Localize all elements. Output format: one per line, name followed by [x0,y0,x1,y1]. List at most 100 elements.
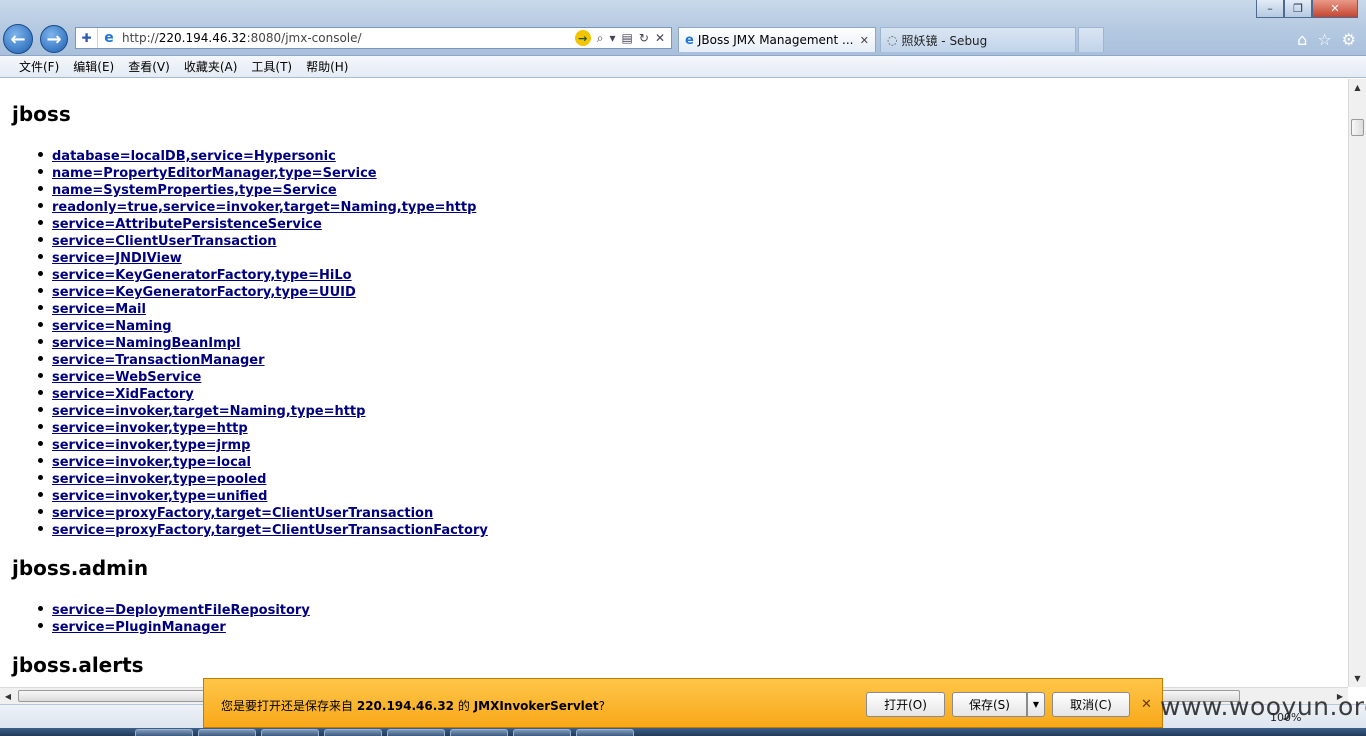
mbean-link[interactable]: service=invoker,type=local [52,455,251,470]
command-icons: ⌂ ☆ ⚙ [1297,30,1356,49]
scroll-down-icon[interactable]: ▼ [1349,670,1366,687]
scroll-left-icon[interactable]: ◀ [0,688,16,704]
tab-jboss-jmx[interactable]: e JBoss JMX Management ... ✕ [678,27,876,52]
taskbar-item[interactable] [135,729,193,736]
page-content: jboss database=localDB,service=Hypersoni… [0,79,1348,687]
list-item: service=proxyFactory,target=ClientUserTr… [38,503,488,521]
menu-view[interactable]: 查看(V) [121,58,177,75]
close-notification-icon[interactable]: ✕ [1141,697,1152,712]
save-button[interactable]: 保存(S) [952,692,1027,717]
search-icon[interactable]: ⌕ [597,31,604,46]
back-button[interactable]: ← [3,24,33,54]
list-item: service=DeploymentFileRepository [38,600,310,618]
compat-icon[interactable]: ▤ [622,31,633,45]
taskbar-item[interactable] [513,729,571,736]
stop-icon[interactable]: ✕ [655,31,665,45]
mbean-link[interactable]: service=invoker,target=Naming,type=http [52,404,365,419]
list-item: database=localDB,service=Hypersonic [38,146,488,164]
mbean-link[interactable]: service=invoker,type=unified [52,489,267,504]
mbean-link[interactable]: service=KeyGeneratorFactory,type=HiLo [52,268,352,283]
mbean-link[interactable]: service=Naming [52,319,172,334]
notification-message: 您是要打开还是保存来自 220.194.46.32 的 JMXInvokerSe… [221,699,606,713]
go-icon[interactable]: → [574,30,591,46]
mbean-link[interactable]: service=invoker,type=http [52,421,248,436]
menu-bar: 文件(F) 编辑(E) 查看(V) 收藏夹(A) 工具(T) 帮助(H) [0,56,1366,78]
open-button[interactable]: 打开(O) [866,692,945,717]
taskbar-item[interactable] [198,729,256,736]
mbean-link[interactable]: service=Mail [52,302,146,317]
mbean-link[interactable]: readonly=true,service=invoker,target=Nam… [52,200,476,215]
scroll-up-icon[interactable]: ▲ [1349,79,1366,96]
ie-tab-icon: e [685,32,694,48]
section-title-jboss-admin: jboss.admin [12,556,149,580]
loading-icon: ◌ [887,33,898,47]
mbean-link[interactable]: service=ClientUserTransaction [52,234,277,249]
list-item: service=AttributePersistenceService [38,214,488,232]
save-options-dropdown[interactable]: ▼ [1027,692,1045,717]
taskbar [0,728,1366,736]
mbean-link[interactable]: service=invoker,type=jrmp [52,438,250,453]
mbean-link[interactable]: service=AttributePersistenceService [52,217,322,232]
list-item: service=invoker,type=http [38,418,488,436]
chevron-down-icon: ▼ [1032,700,1040,709]
mbean-link[interactable]: service=NamingBeanImpl [52,336,240,351]
mbean-link[interactable]: service=TransactionManager [52,353,265,368]
home-icon[interactable]: ⌂ [1297,30,1307,49]
list-item: service=NamingBeanImpl [38,333,488,351]
cancel-button[interactable]: 取消(C) [1052,692,1130,717]
mbean-link[interactable]: name=PropertyEditorManager,type=Service [52,166,377,181]
tab-label: 照妖镜 - Sebug [901,33,988,48]
address-bar[interactable]: ✚ e http://220.194.46.32:8080/jmx-consol… [75,27,672,49]
address-actions: → ⌕ ▾ ▤ ↻ ✕ [574,30,671,46]
close-tab-icon[interactable]: ✕ [860,34,869,47]
mbean-link[interactable]: service=PluginManager [52,620,226,635]
window-controls: – ❐ ✕ [1256,0,1358,20]
list-item: service=invoker,type=unified [38,486,488,504]
vertical-scrollbar[interactable]: ▲ ▼ [1348,79,1366,687]
list-item: service=TransactionManager [38,350,488,368]
mbean-link[interactable]: name=SystemProperties,type=Service [52,183,337,198]
list-item: service=invoker,target=Naming,type=http [38,401,488,419]
mbean-link[interactable]: service=XidFactory [52,387,194,402]
list-item: service=Mail [38,299,488,317]
tab-sebug[interactable]: ◌ 照妖镜 - Sebug [880,27,1076,52]
forward-button[interactable]: → [40,25,68,53]
mbean-link[interactable]: service=proxyFactory,target=ClientUserTr… [52,523,488,538]
taskbar-item[interactable] [576,729,634,736]
list-item: name=SystemProperties,type=Service [38,180,488,198]
mbean-link[interactable]: service=JNDIView [52,251,182,266]
mbean-link[interactable]: service=WebService [52,370,201,385]
new-tab-button[interactable] [1078,27,1104,52]
list-item: service=JNDIView [38,248,488,266]
mbean-link[interactable]: service=DeploymentFileRepository [52,603,310,618]
minimize-button[interactable]: – [1256,0,1284,18]
list-item: service=PluginManager [38,617,310,635]
tools-gear-icon[interactable]: ⚙ [1342,30,1356,49]
address-url[interactable]: http://220.194.46.32:8080/jmx-console/ [120,31,575,45]
list-item: service=WebService [38,367,488,385]
menu-tools[interactable]: 工具(T) [244,58,299,75]
menu-file[interactable]: 文件(F) [12,58,66,75]
menu-help[interactable]: 帮助(H) [299,58,355,75]
vertical-scroll-thumb[interactable] [1351,119,1364,136]
list-item: service=invoker,type=local [38,452,488,470]
refresh-icon[interactable]: ↻ [639,31,649,45]
close-window-button[interactable]: ✕ [1312,0,1358,18]
taskbar-item[interactable] [261,729,319,736]
restore-button[interactable]: ❐ [1284,0,1312,18]
mbean-link[interactable]: service=proxyFactory,target=ClientUserTr… [52,506,433,521]
taskbar-item[interactable] [387,729,445,736]
mbean-link[interactable]: database=localDB,service=Hypersonic [52,149,336,164]
menu-edit[interactable]: 编辑(E) [66,58,121,75]
favorites-star-icon[interactable]: ☆ [1317,30,1331,49]
compatibility-view-icon[interactable]: ✚ [76,28,98,48]
mbean-link[interactable]: service=invoker,type=pooled [52,472,266,487]
mbean-list-jboss-admin: service=DeploymentFileRepository service… [38,600,310,635]
taskbar-item[interactable] [324,729,382,736]
dropdown-icon[interactable]: ▾ [610,31,616,45]
list-item: service=proxyFactory,target=ClientUserTr… [38,520,488,538]
menu-favorites[interactable]: 收藏夹(A) [177,58,245,75]
taskbar-item[interactable] [450,729,508,736]
mbean-link[interactable]: service=KeyGeneratorFactory,type=UUID [52,285,356,300]
list-item: service=KeyGeneratorFactory,type=HiLo [38,265,488,283]
